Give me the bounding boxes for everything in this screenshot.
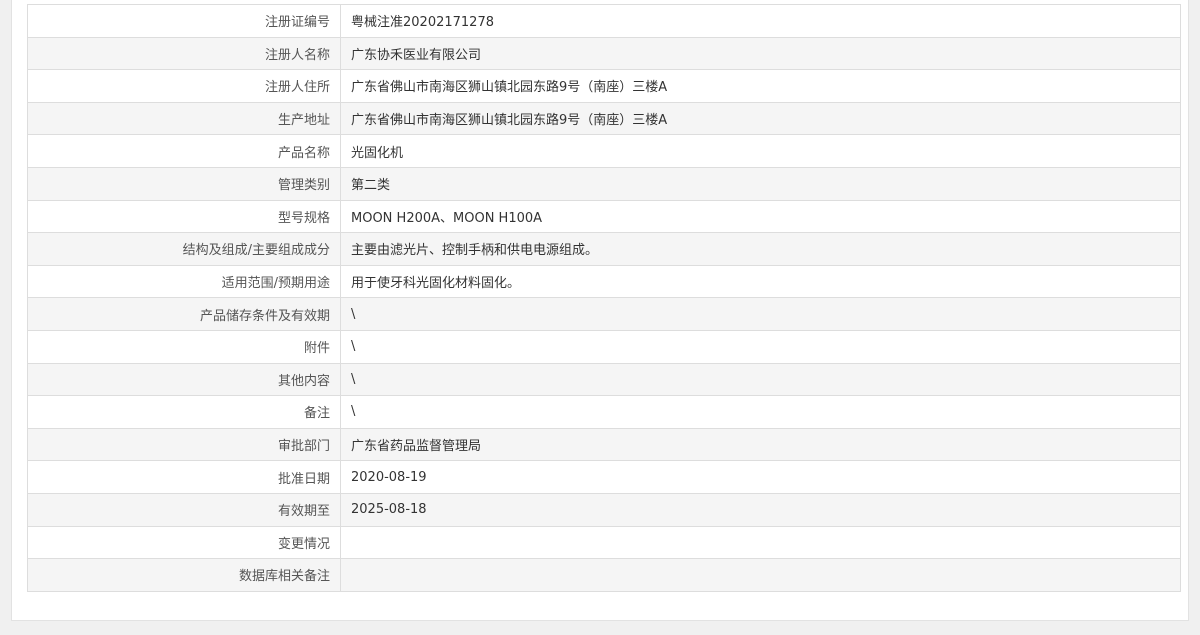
field-value: 2025-08-18 (340, 492, 1181, 527)
field-value: 粤械注准20202171278 (340, 4, 1181, 38)
field-label: 批准日期 (27, 460, 341, 494)
field-label: 适用范围/预期用途 (27, 264, 341, 299)
field-label: 有效期至 (27, 492, 341, 527)
table-row: 注册人名称 广东协禾医业有限公司 (27, 36, 1181, 71)
field-value (340, 558, 1181, 592)
table-row: 产品储存条件及有效期 \ (27, 297, 1181, 331)
field-label: 结构及组成/主要组成成分 (27, 232, 341, 266)
field-value: 广东省佛山市南海区狮山镇北园东路9号（南座）三楼A (340, 101, 1181, 136)
table-row: 管理类别 第二类 (27, 166, 1181, 201)
table-row: 型号规格 MOON H200A、MOON H100A (27, 199, 1181, 234)
field-value: 用于使牙科光固化材料固化。 (340, 264, 1181, 299)
field-value: 广东省佛山市南海区狮山镇北园东路9号（南座）三楼A (340, 69, 1181, 103)
field-label: 产品名称 (27, 134, 341, 168)
field-label: 变更情况 (27, 525, 341, 560)
table-row: 其他内容 \ (27, 362, 1181, 397)
field-label: 注册证编号 (27, 4, 341, 38)
table-row: 产品名称 光固化机 (27, 134, 1181, 168)
table-row: 注册人住所 广东省佛山市南海区狮山镇北园东路9号（南座）三楼A (27, 69, 1181, 103)
field-value: 主要由滤光片、控制手柄和供电电源组成。 (340, 232, 1181, 266)
table-row: 变更情况 (27, 525, 1181, 560)
table-row: 附件 \ (27, 329, 1181, 364)
field-label: 附件 (27, 329, 341, 364)
field-value: \ (340, 297, 1181, 331)
field-value: 光固化机 (340, 134, 1181, 168)
field-label: 型号规格 (27, 199, 341, 234)
table-row: 备注 \ (27, 395, 1181, 429)
field-label: 数据库相关备注 (27, 558, 341, 592)
table-row: 注册证编号 粤械注准20202171278 (27, 4, 1181, 38)
table-row: 结构及组成/主要组成成分 主要由滤光片、控制手柄和供电电源组成。 (27, 232, 1181, 266)
field-label: 注册人住所 (27, 69, 341, 103)
table-row: 有效期至 2025-08-18 (27, 492, 1181, 527)
table-row: 生产地址 广东省佛山市南海区狮山镇北园东路9号（南座）三楼A (27, 101, 1181, 136)
detail-table-body: 注册证编号 粤械注准20202171278 注册人名称 广东协禾医业有限公司 注… (27, 4, 1181, 592)
field-label: 注册人名称 (27, 36, 341, 71)
field-label: 产品储存条件及有效期 (27, 297, 341, 331)
field-label: 审批部门 (27, 427, 341, 462)
field-value: 广东协禾医业有限公司 (340, 36, 1181, 71)
detail-panel: 注册证编号 粤械注准20202171278 注册人名称 广东协禾医业有限公司 注… (11, 0, 1189, 621)
table-row: 审批部门 广东省药品监督管理局 (27, 427, 1181, 462)
field-value: 第二类 (340, 166, 1181, 201)
field-label: 其他内容 (27, 362, 341, 397)
field-value: 2020-08-19 (340, 460, 1181, 494)
table-row: 数据库相关备注 (27, 558, 1181, 592)
field-label: 管理类别 (27, 166, 341, 201)
field-value: 广东省药品监督管理局 (340, 427, 1181, 462)
table-row: 适用范围/预期用途 用于使牙科光固化材料固化。 (27, 264, 1181, 299)
field-value: \ (340, 329, 1181, 364)
field-label: 备注 (27, 395, 341, 429)
registration-detail-table: 注册证编号 粤械注准20202171278 注册人名称 广东协禾医业有限公司 注… (27, 4, 1181, 592)
field-value (340, 525, 1181, 560)
field-value: \ (340, 362, 1181, 397)
field-value: MOON H200A、MOON H100A (340, 199, 1181, 234)
table-row: 批准日期 2020-08-19 (27, 460, 1181, 494)
field-label: 生产地址 (27, 101, 341, 136)
field-value: \ (340, 395, 1181, 429)
